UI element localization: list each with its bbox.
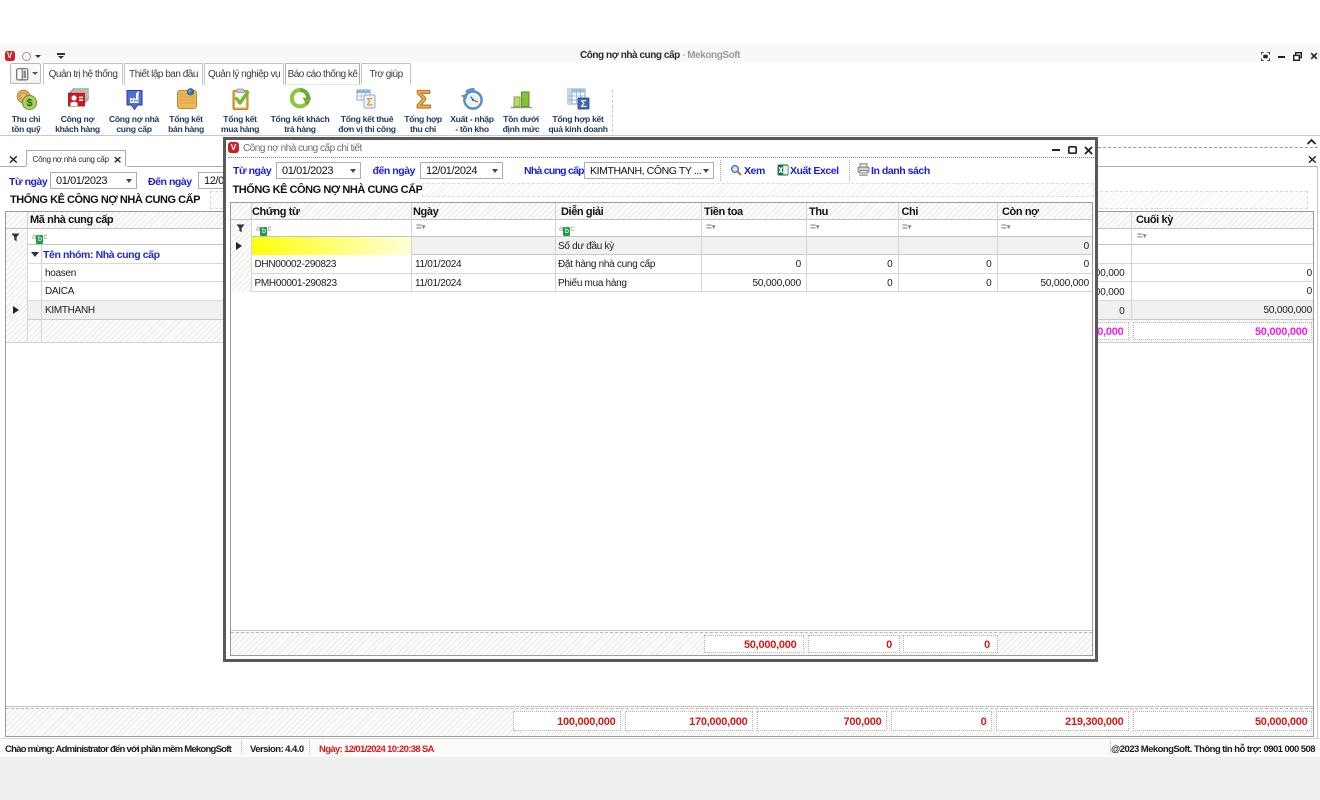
- svg-text:Σ: Σ: [581, 99, 587, 110]
- svg-text:Σ: Σ: [366, 97, 373, 109]
- svg-text:$: $: [27, 98, 33, 109]
- svg-text:Σ: Σ: [416, 88, 431, 111]
